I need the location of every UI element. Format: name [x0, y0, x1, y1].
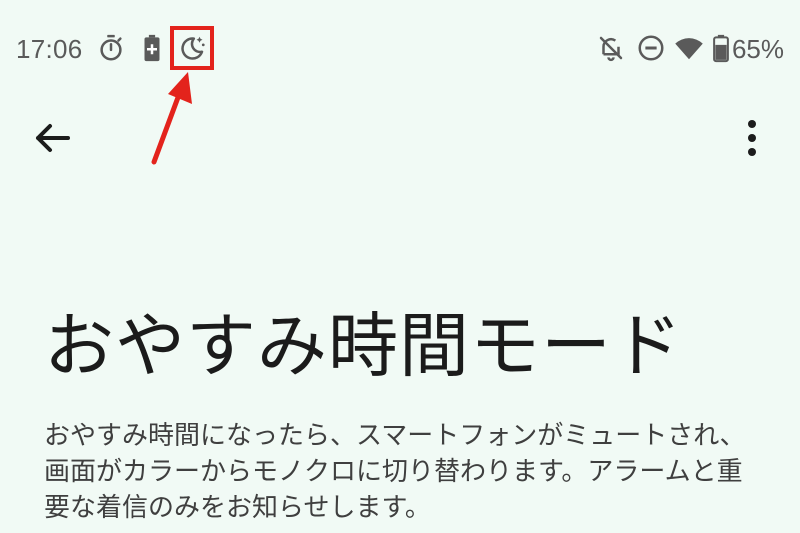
page-title: おやすみ時間モード: [44, 305, 683, 387]
status-clock: 17:06: [16, 34, 83, 64]
app-bar: [0, 100, 800, 176]
more-vert-icon: [748, 120, 756, 156]
arrow-back-icon: [36, 124, 70, 152]
highlight-box: [170, 26, 214, 70]
more-options-button[interactable]: [728, 114, 776, 162]
wifi-icon: [674, 33, 704, 63]
back-button[interactable]: [28, 114, 76, 162]
battery-percent: 65%: [731, 34, 784, 64]
status-bar: 17:06 65%: [0, 0, 800, 96]
page-description: おやすみ時間になったら、スマートフォンがミュートされ、画面がカラーからモノクロに…: [44, 421, 746, 523]
notifications-off-icon: [596, 33, 626, 63]
timer-icon: [96, 33, 126, 63]
battery-saver-icon: [137, 33, 167, 63]
do-not-disturb-icon: [636, 33, 666, 63]
